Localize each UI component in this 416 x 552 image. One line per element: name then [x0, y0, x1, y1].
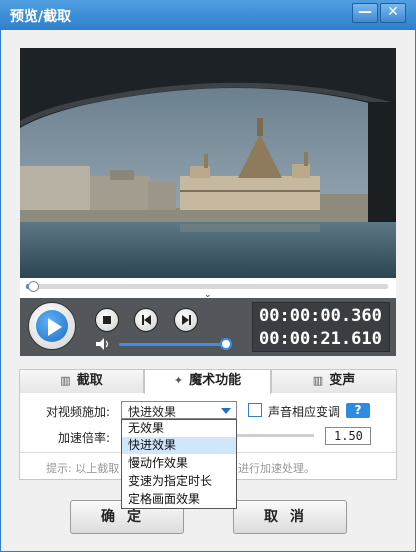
- tab-bar: ▥ 截取 ✦ 魔术功能 ▥ 变声: [19, 369, 397, 394]
- close-button[interactable]: ✕: [380, 3, 406, 23]
- pitch-label: 声音相应变调: [268, 405, 341, 419]
- volume-slider-knob[interactable]: [220, 338, 232, 350]
- cut-icon: ▥: [60, 374, 71, 387]
- tab-cut-label: 截取: [76, 373, 103, 388]
- next-icon-bar: [189, 315, 191, 325]
- title-bar: 预览/截取 — ✕: [0, 0, 416, 30]
- apply-label: 对视频施加:: [46, 405, 111, 419]
- play-icon: [48, 318, 62, 336]
- speed-label: 加速倍率:: [58, 431, 111, 445]
- speed-input[interactable]: 1.50: [325, 427, 371, 445]
- next-icon: [182, 315, 189, 325]
- effect-select[interactable]: 快进效果: [121, 401, 237, 419]
- effect-option-highlighted[interactable]: 快进效果: [122, 437, 236, 454]
- help-button[interactable]: ?: [346, 403, 370, 418]
- current-time: 00:00:00.360: [259, 306, 382, 326]
- effect-option[interactable]: 慢动作效果: [122, 455, 236, 472]
- tab-magic[interactable]: ✦ 魔术功能: [144, 369, 271, 394]
- minimize-button[interactable]: —: [352, 3, 378, 23]
- effect-option[interactable]: 变速为指定时长: [122, 473, 236, 490]
- hint-text-right: 进行加速处理。: [238, 462, 315, 475]
- hint-text-left: 提示: 以上截取: [46, 462, 120, 475]
- next-frame-button[interactable]: [174, 308, 198, 332]
- dropdown-arrow-icon[interactable]: [221, 408, 231, 414]
- effect-dropdown-list: 无效果 快进效果 慢动作效果 变速为指定时长 定格画面效果: [121, 419, 237, 509]
- cancel-button[interactable]: 取消: [233, 500, 347, 534]
- total-time: 00:00:21.610: [259, 329, 382, 349]
- previous-frame-button[interactable]: [134, 308, 158, 332]
- volume-slider-track[interactable]: [119, 343, 223, 346]
- effect-select-value: 快进效果: [128, 405, 177, 419]
- video-frame-image: [20, 48, 396, 278]
- video-preview: [20, 48, 396, 278]
- tab-magic-label: 魔术功能: [189, 373, 242, 388]
- stop-button[interactable]: [95, 308, 119, 332]
- time-display: 00:00:00.360 00:00:21.610: [252, 302, 390, 352]
- previous-icon: [144, 315, 151, 325]
- effect-option[interactable]: 无效果: [122, 420, 236, 437]
- progress-knob[interactable]: [27, 281, 39, 292]
- volume-icon[interactable]: [96, 338, 110, 350]
- player-controls: 00:00:00.360 00:00:21.610: [20, 298, 396, 356]
- play-button[interactable]: [28, 302, 76, 350]
- window-title: 预览/截取: [10, 9, 72, 25]
- magic-icon: ✦: [173, 374, 184, 387]
- pitch-checkbox[interactable]: [248, 403, 262, 417]
- effect-option[interactable]: 定格画面效果: [122, 491, 236, 508]
- stop-icon: [103, 316, 111, 324]
- tab-cut[interactable]: ▥ 截取: [19, 369, 144, 393]
- progress-track[interactable]: [26, 284, 388, 289]
- speed-value: 1.50: [334, 429, 363, 443]
- tab-voice-label: 变声: [329, 373, 356, 388]
- voice-icon: ▥: [312, 374, 324, 387]
- tab-voice[interactable]: ▥ 变声: [271, 369, 397, 393]
